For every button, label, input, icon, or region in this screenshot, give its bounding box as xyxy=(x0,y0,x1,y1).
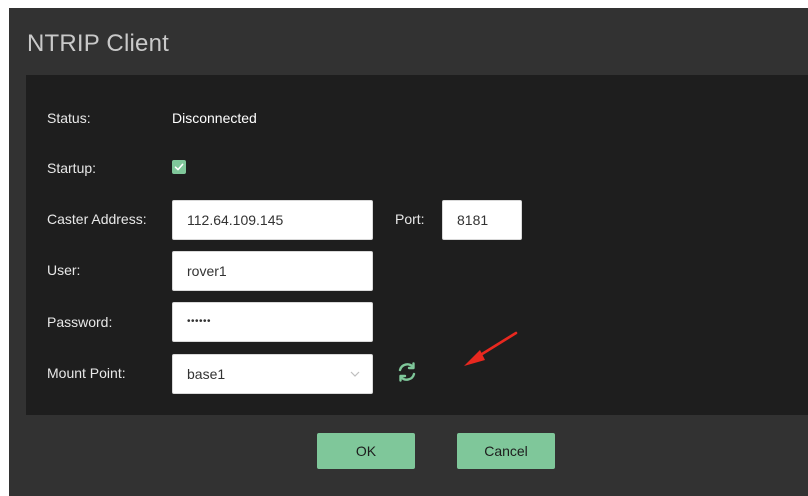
caster-address-label: Caster Address: xyxy=(47,211,147,227)
mount-point-select[interactable]: base1 xyxy=(172,354,373,394)
status-value: Disconnected xyxy=(172,110,257,126)
ntrip-client-dialog: NTRIP Client xyxy=(9,8,808,496)
password-label: Password: xyxy=(47,314,113,330)
ok-button[interactable]: OK xyxy=(317,433,415,469)
red-arrow-icon xyxy=(464,331,518,366)
startup-label: Startup: xyxy=(47,160,97,176)
port-input[interactable]: 8181 xyxy=(442,200,522,240)
password-input[interactable]: •••••• xyxy=(172,302,373,342)
user-input[interactable]: rover1 xyxy=(172,251,373,291)
cancel-button[interactable]: Cancel xyxy=(457,433,555,469)
refresh-icon[interactable] xyxy=(396,361,418,383)
mount-point-value: base1 xyxy=(187,366,226,382)
mount-point-label: Mount Point: xyxy=(47,365,126,381)
chevron-down-icon xyxy=(350,371,360,377)
status-label: Status: xyxy=(47,110,91,126)
port-label: Port: xyxy=(395,211,425,227)
user-label: User: xyxy=(47,262,81,278)
dialog-title: NTRIP Client xyxy=(27,30,169,57)
check-icon xyxy=(174,163,184,171)
caster-address-input[interactable]: 112.64.109.145 xyxy=(172,200,373,240)
startup-checkbox[interactable] xyxy=(172,160,186,174)
